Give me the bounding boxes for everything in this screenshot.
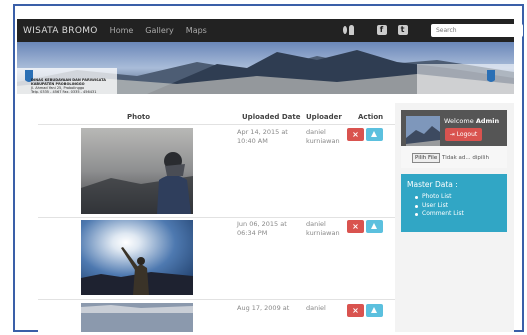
twitter-icon[interactable]: t (397, 24, 408, 35)
delete-button[interactable]: × (347, 304, 364, 317)
uploader-name: daniel (306, 304, 326, 312)
nav-link-maps[interactable]: Maps (186, 26, 207, 35)
navbar: WISATA BROMO Home Gallery Maps f t (17, 19, 523, 42)
uploader-name: daniel kurniawan (306, 220, 340, 237)
divider (38, 299, 395, 300)
uploaded-date: Apr 14, 2015 at 10:40 AM (237, 128, 288, 145)
nav-link-home[interactable]: Home (110, 26, 134, 35)
file-upload: Pilih File Tidak ad... dipilih (401, 146, 507, 168)
upload-button[interactable] (366, 220, 383, 233)
uploader-name: daniel kurniawan (306, 128, 340, 145)
master-item-photo-list[interactable]: Photo List (415, 193, 464, 202)
search-input[interactable] (431, 24, 523, 37)
master-item-comment-list[interactable]: Comment List (415, 210, 464, 219)
banner-text: DINAS KEBUDAYAAN DAN PARIWISATA KABUPATE… (31, 78, 106, 94)
file-status: Tidak ad... dipilih (442, 155, 489, 161)
delete-button[interactable]: × (347, 128, 364, 141)
uploaded-date: Jun 06, 2015 at 06:34 PM (237, 220, 287, 237)
nav-link-gallery[interactable]: Gallery (145, 26, 174, 35)
master-data-panel: Master Data : Photo List User List Comme… (401, 174, 507, 232)
photo-table: Photo Uploaded Date Uploader Action Apr … (38, 103, 395, 332)
header-photo: Photo (127, 113, 151, 121)
avatar (406, 116, 440, 149)
facebook-icon[interactable]: f (376, 24, 387, 35)
photo-thumbnail[interactable] (81, 220, 193, 295)
welcome-text: Welcome Admin (444, 117, 500, 125)
brand-logo[interactable]: WISATA BROMO (23, 26, 98, 36)
upload-button[interactable] (366, 128, 383, 141)
header-action: Action (358, 113, 384, 121)
header-uploaded-date: Uploaded Date (242, 113, 301, 121)
nav-icons: f t (343, 24, 418, 35)
master-data-list: Photo List User List Comment List (415, 193, 464, 219)
master-data-title: Master Data : (407, 180, 458, 189)
header-uploader: Uploader (306, 113, 342, 121)
logout-icon: ⇥ (449, 131, 457, 138)
photo-thumbnail[interactable] (81, 303, 193, 332)
divider (38, 124, 395, 125)
choose-file-button[interactable]: Pilih File (412, 153, 441, 163)
uploaded-date: Aug 17, 2009 at (237, 304, 290, 312)
delete-button[interactable]: × (347, 220, 364, 233)
master-item-user-list[interactable]: User List (415, 202, 464, 211)
divider (38, 217, 395, 218)
photo-thumbnail[interactable] (81, 128, 193, 214)
upload-button[interactable] (366, 304, 383, 317)
notification-icon[interactable] (343, 24, 354, 35)
logout-button[interactable]: ⇥ Logout (445, 128, 482, 141)
